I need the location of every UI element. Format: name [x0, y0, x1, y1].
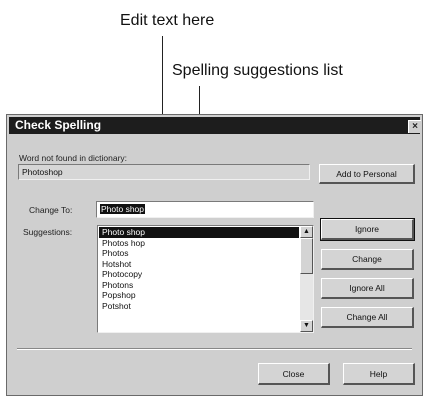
scroll-down-icon[interactable]: ▼ [300, 320, 313, 332]
callout-edit-text: Edit text here [120, 12, 215, 29]
suggestion-item[interactable]: Photo shop [99, 227, 299, 238]
suggestion-item[interactable]: Photons [99, 280, 299, 291]
suggestions-scrollbar[interactable]: ▲ ▼ [300, 226, 313, 332]
suggestion-item[interactable]: Hotshot [99, 259, 299, 270]
not-found-label: Word not found in dictionary: [19, 153, 128, 163]
suggestion-item[interactable]: Photocopy [99, 269, 299, 280]
not-found-word-field: Photoshop [18, 164, 310, 180]
suggestions-list[interactable]: Photo shop Photos hop Photos Hotshot Photoco… [97, 225, 314, 333]
suggestions-label: Suggestions: [23, 227, 73, 237]
change-button[interactable]: Change [321, 249, 414, 270]
close-icon[interactable]: × [408, 120, 421, 133]
ignore-all-button[interactable]: Ignore All [321, 278, 414, 299]
help-button[interactable]: Help [343, 363, 415, 385]
change-all-button[interactable]: Change All [321, 307, 414, 328]
suggestion-item[interactable]: Photos [99, 248, 299, 259]
dialog-title: Check Spelling [15, 118, 102, 132]
suggestion-item[interactable]: Potshot [99, 301, 299, 312]
change-to-label: Change To: [29, 205, 73, 215]
dialog-titlebar: Check Spelling × [9, 117, 421, 134]
scroll-up-icon[interactable]: ▲ [300, 226, 313, 238]
callout-suggestions-list: Spelling suggestions list [172, 62, 343, 79]
ignore-button[interactable]: Ignore [320, 218, 415, 241]
dialog-divider [17, 348, 412, 350]
suggestions-items: Photo shop Photos hop Photos Hotshot Photoco… [99, 227, 299, 311]
scrollbar-thumb[interactable] [300, 238, 313, 274]
close-button[interactable]: Close [258, 363, 330, 385]
add-to-personal-button[interactable]: Add to Personal [319, 164, 415, 184]
suggestion-item[interactable]: Photos hop [99, 238, 299, 249]
check-spelling-dialog: Check Spelling × Word not found in dicti… [6, 114, 423, 396]
change-to-value: Photo shop [100, 204, 146, 214]
change-to-input[interactable]: Photo shop [96, 201, 314, 218]
suggestion-item[interactable]: Popshop [99, 290, 299, 301]
